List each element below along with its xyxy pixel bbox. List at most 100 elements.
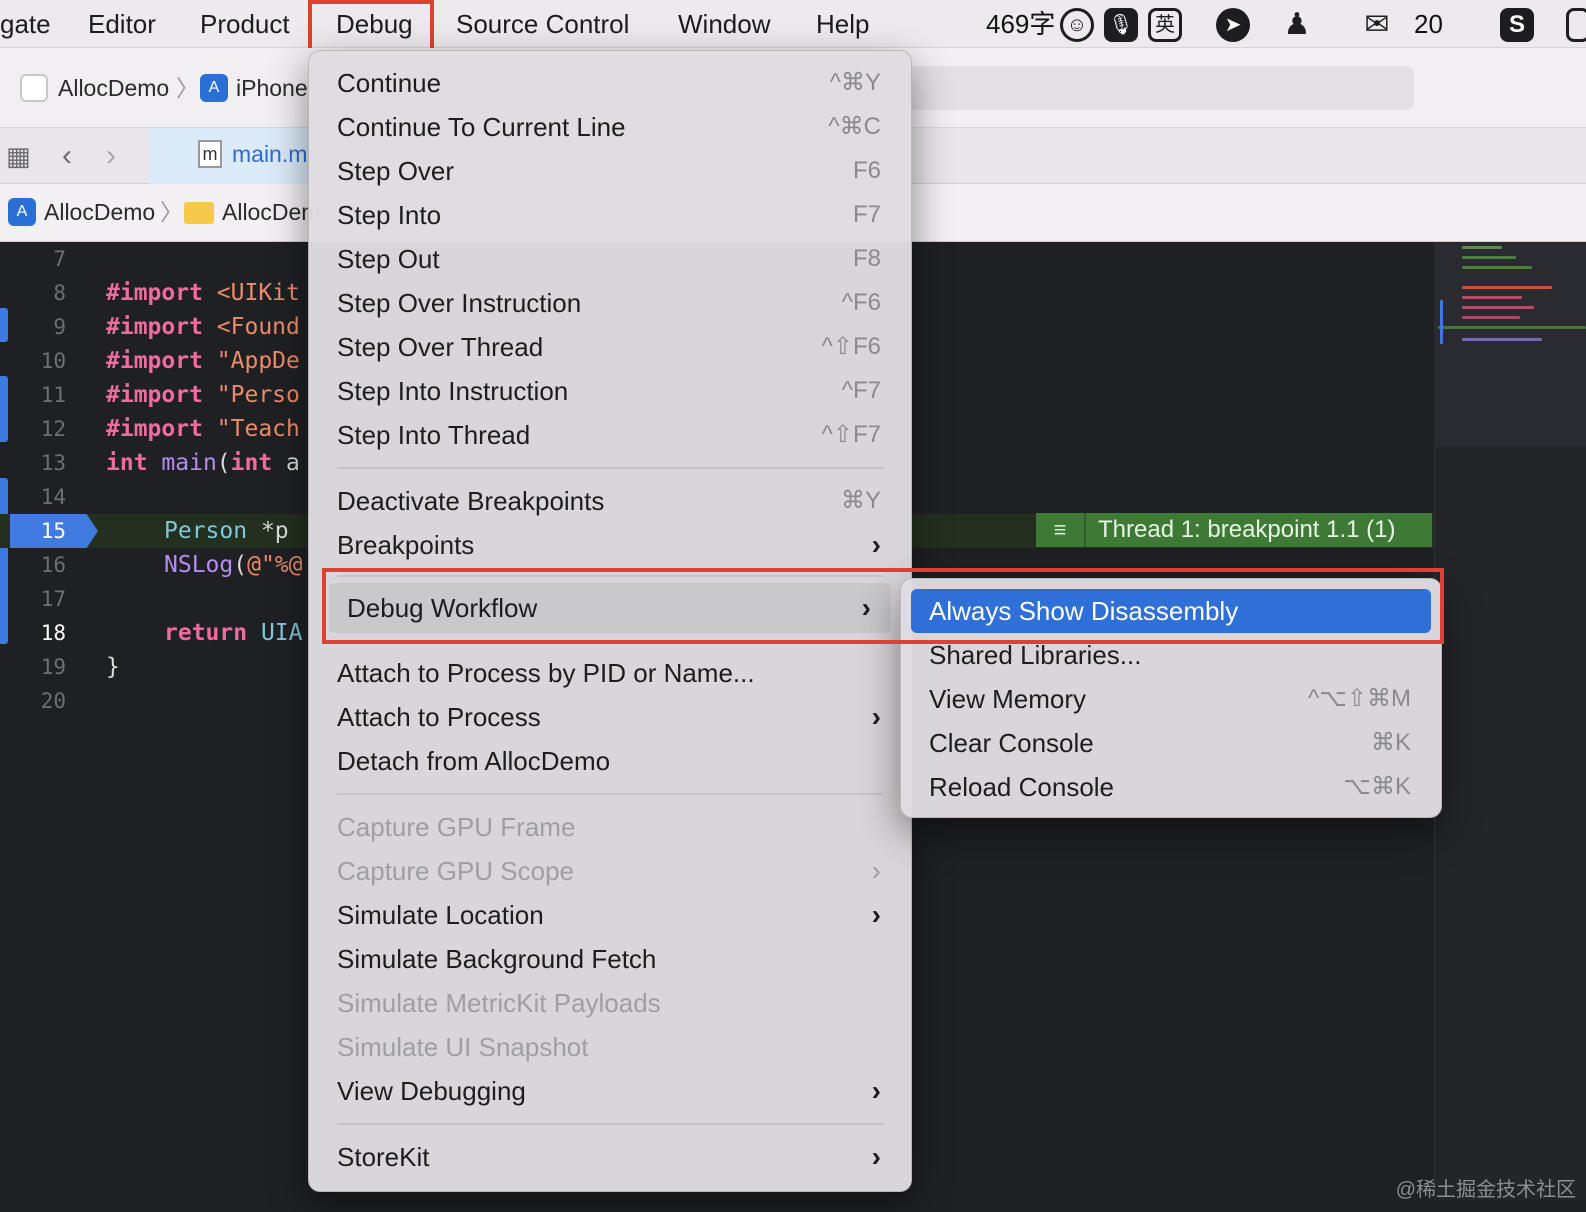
minimap-line <box>1462 316 1520 319</box>
menu-bar: gate Editor Product Debug Source Control… <box>0 0 1586 48</box>
app-scheme-icon <box>20 74 48 102</box>
scheme-name[interactable]: AllocDemo <box>58 72 169 104</box>
sogou-icon[interactable]: S <box>1500 8 1534 42</box>
menu-item-step-over-instruction[interactable]: Step Over Instruction ^F6 <box>309 283 911 323</box>
screen-icon[interactable] <box>1566 8 1586 42</box>
jump-chevron-icon: 〉 <box>160 199 183 225</box>
menu-item-simulate-location[interactable]: Simulate Location › <box>309 895 911 935</box>
line-number: 7 <box>53 247 66 271</box>
menu-item-view-debugging[interactable]: View Debugging › <box>309 1071 911 1111</box>
destination-name[interactable]: iPhone <box>236 72 308 104</box>
minimap-change-bar <box>1440 300 1443 344</box>
menu-item-step-out[interactable]: Step Out F8 <box>309 239 911 279</box>
scheme-chevron-icon: 〉 <box>176 75 199 101</box>
minimap-line <box>1462 246 1502 249</box>
code-text: #import "AppDe <box>106 348 300 374</box>
menu-debug[interactable]: Debug <box>336 0 413 48</box>
menu-item-capture-gpu-frame: Capture GPU Frame <box>337 812 576 842</box>
minimap-line <box>1462 266 1532 269</box>
list-icon: ≡ <box>1036 513 1086 547</box>
menu-item-detach[interactable]: Detach from AllocDemo <box>309 741 911 781</box>
tab-main-m[interactable]: m main.m <box>150 128 310 184</box>
minimap-viewport[interactable] <box>1434 242 1586 447</box>
thread-badge-text: Thread 1: breakpoint 1.1 (1) <box>1098 516 1396 543</box>
menu-help[interactable]: Help <box>816 0 869 48</box>
menu-item-step-over-thread[interactable]: Step Over Thread ^⇧F6 <box>309 327 911 367</box>
code-text: return UIA <box>164 620 303 646</box>
menu-item-always-show-disassembly[interactable]: Always Show Disassembly <box>911 589 1431 633</box>
menu-window[interactable]: Window <box>678 0 770 48</box>
chevron-right-icon: › <box>871 899 881 930</box>
qq-icon[interactable]: ♟ <box>1280 8 1314 42</box>
line-number: 12 <box>40 417 66 441</box>
menu-item-breakpoints[interactable]: Breakpoints › <box>309 525 911 565</box>
menu-item-continue-to-current-line[interactable]: Continue To Current Line ^⌘C <box>309 107 911 147</box>
back-icon[interactable]: ‹ <box>62 136 72 176</box>
code-text: #import "Perso <box>106 382 300 408</box>
menu-item-view-memory[interactable]: View Memory ^⌥⇧⌘M <box>901 679 1441 719</box>
menu-item-debug-workflow[interactable]: Debug Workflow › <box>329 583 891 633</box>
debug-workflow-submenu: Always Show Disassembly Shared Libraries… <box>900 578 1442 818</box>
related-items-icon[interactable]: ▦ <box>6 136 31 176</box>
ime-icon[interactable]: 英 <box>1148 8 1182 42</box>
menu-item-shared-libraries[interactable]: Shared Libraries... <box>901 635 1441 675</box>
chevron-right-icon: › <box>871 1075 881 1106</box>
line-number: 17 <box>40 587 66 611</box>
device-icon: A <box>200 74 228 102</box>
menu-item-attach-to-process[interactable]: Attach to Process › <box>309 697 911 737</box>
menu-item-deactivate-breakpoints[interactable]: Deactivate Breakpoints ⌘Y <box>309 481 911 521</box>
code-text: #import <Found <box>106 314 300 340</box>
menu-separator <box>337 467 883 469</box>
code-text: #import <UIKit <box>106 280 300 306</box>
code-text: Person *p <box>164 518 289 544</box>
code-text: } <box>106 654 120 680</box>
folder-icon <box>184 202 214 224</box>
jump-folder[interactable]: AllocDem <box>222 196 320 228</box>
menu-product[interactable]: Product <box>200 0 290 48</box>
thread-breakpoint-badge[interactable]: ≡ Thread 1: breakpoint 1.1 (1) <box>1036 513 1432 547</box>
code-text: int main(int a <box>106 450 300 476</box>
menu-item-continue[interactable]: Continue ^⌘Y <box>309 63 911 103</box>
line-number: 19 <box>40 655 66 679</box>
menu-item-simulate-metrickit: Simulate MetricKit Payloads <box>337 988 661 1018</box>
menu-separator <box>337 641 883 643</box>
menu-item-step-into-instruction[interactable]: Step Into Instruction ^F7 <box>309 371 911 411</box>
menu-item-simulate-background-fetch[interactable]: Simulate Background Fetch <box>309 939 911 979</box>
line-number: 20 <box>40 689 66 713</box>
line-number: 10 <box>40 349 66 373</box>
menu-item-step-into-thread[interactable]: Step Into Thread ^⇧F7 <box>309 415 911 455</box>
tab-label: main.m <box>232 141 308 167</box>
minimap-line <box>1462 256 1516 259</box>
chevron-right-icon: › <box>871 529 881 560</box>
menu-item-clear-console[interactable]: Clear Console ⌘K <box>901 723 1441 763</box>
menu-item-step-over[interactable]: Step Over F6 <box>309 151 911 191</box>
code-text: #import "Teach <box>106 416 300 442</box>
debug-menu: Continue ^⌘Y Continue To Current Line ^⌘C … <box>308 50 912 1192</box>
menu-item-attach-by-pid[interactable]: Attach to Process by PID or Name... <box>309 653 911 693</box>
line-number: 11 <box>40 383 66 407</box>
send-icon[interactable]: ➤ <box>1216 8 1250 42</box>
menu-item-reload-console[interactable]: Reload Console ⌥⌘K <box>901 767 1441 807</box>
menu-navigate[interactable]: gate <box>0 0 51 48</box>
menu-item-capture-gpu-scope: Capture GPU Scope › <box>309 851 911 891</box>
line-number: 18 <box>40 621 66 645</box>
microphone-icon[interactable]: 🎙 <box>1104 8 1138 42</box>
line-number: 9 <box>53 315 66 339</box>
menu-source-control[interactable]: Source Control <box>456 0 629 48</box>
jump-project[interactable]: AllocDemo <box>44 196 155 228</box>
line-number: 16 <box>40 553 66 577</box>
line-number: 13 <box>40 451 66 475</box>
project-icon: A <box>8 198 36 226</box>
emoji-icon[interactable]: ☺ <box>1060 8 1094 42</box>
menu-item-step-into[interactable]: Step Into F7 <box>309 195 911 235</box>
activity-viewer <box>880 66 1414 110</box>
forward-icon[interactable]: › <box>106 136 116 176</box>
objc-file-icon: m <box>198 140 222 168</box>
line-number: 8 <box>53 281 66 305</box>
minimap-line <box>1462 306 1534 309</box>
ime-label: 英 <box>1155 14 1175 36</box>
menu-item-storekit[interactable]: StoreKit › <box>309 1137 911 1177</box>
menu-editor[interactable]: Editor <box>88 0 156 48</box>
menu-separator <box>337 575 883 577</box>
wechat-icon[interactable]: ✉ <box>1360 8 1394 42</box>
